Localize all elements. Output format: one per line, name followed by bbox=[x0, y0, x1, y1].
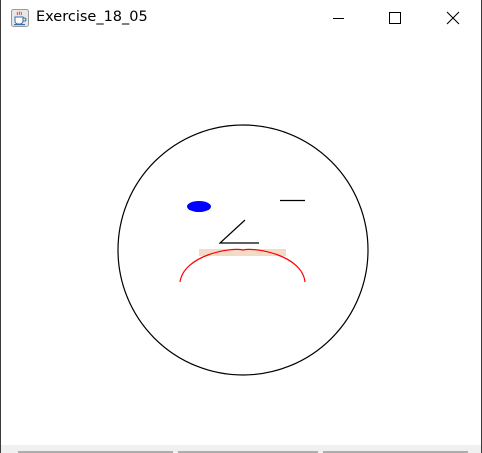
minimize-icon bbox=[333, 18, 344, 19]
drawing-canvas bbox=[117, 124, 369, 376]
left-eye bbox=[187, 201, 211, 212]
minimize-button[interactable] bbox=[315, 0, 361, 36]
window-title: Exercise_18_05 bbox=[36, 9, 148, 25]
java-coffee-cup-icon[interactable] bbox=[11, 9, 29, 27]
maximize-button[interactable] bbox=[371, 0, 417, 36]
app-window: Exercise_18_05 bbox=[0, 0, 482, 453]
maximize-icon bbox=[389, 12, 401, 24]
nose bbox=[218, 219, 259, 244]
title-bar[interactable]: Exercise_18_05 bbox=[1, 0, 481, 36]
close-icon bbox=[446, 11, 460, 25]
close-button[interactable] bbox=[429, 0, 475, 36]
